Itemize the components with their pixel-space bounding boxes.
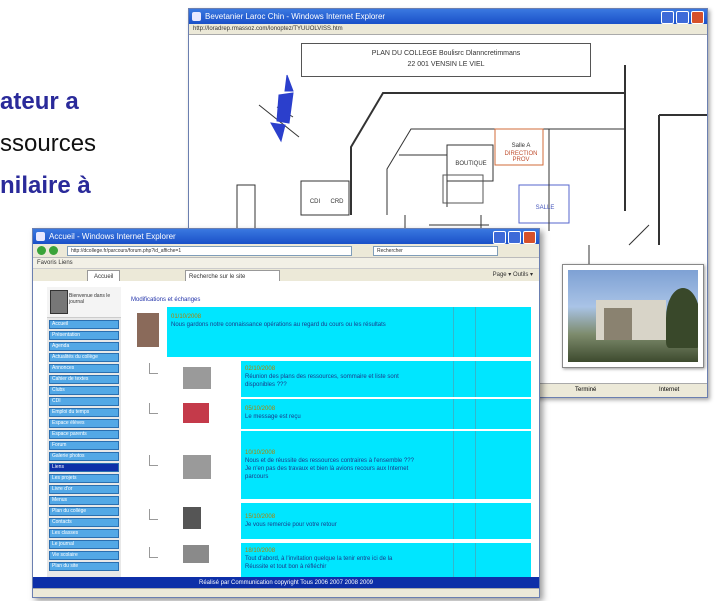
window-title: Bevetanier Laroc Chin - Windows Internet… xyxy=(205,12,386,21)
college-photo[interactable] xyxy=(562,264,704,368)
navigation-bar: http://dcollege.fr/parcours/forum.php?id… xyxy=(33,244,539,258)
reply-connector xyxy=(149,403,158,414)
forum-reply[interactable]: 18/10/2008 Tout d'abord, à l'invitation … xyxy=(241,543,531,577)
sidebar-item[interactable]: Plan du site xyxy=(49,562,119,571)
user-welcome: Bienvenue dans le journal xyxy=(69,293,111,305)
sidebar-item[interactable]: Clubs xyxy=(49,386,119,395)
sidebar-item[interactable]: Actualités du collège xyxy=(49,353,119,362)
reply-connector xyxy=(149,547,158,558)
room-label[interactable]: Salle A xyxy=(499,143,543,149)
sidebar-item[interactable]: Plan du collège xyxy=(49,507,119,516)
sidebar-item[interactable]: CDI xyxy=(49,397,119,406)
plan-title-box: PLAN DU COLLEGE Boulisrc Dlanncretimmans… xyxy=(301,43,591,77)
post-text: Nous gardons notre connaissance opératio… xyxy=(171,322,386,328)
post-text: Je vous remercie pour votre retour xyxy=(245,522,337,528)
author-avatar xyxy=(183,507,201,529)
sidebar-item[interactable]: Accueil xyxy=(49,320,119,329)
address-bar[interactable]: http://loradrep.rmassoz.com/lonoptez/TYU… xyxy=(189,24,707,35)
back-icon[interactable] xyxy=(37,246,46,255)
sidebar-item[interactable]: Les projets xyxy=(49,474,119,483)
sidebar-item[interactable]: Forum xyxy=(49,441,119,450)
forward-icon[interactable] xyxy=(49,246,58,255)
post-text: Le message est reçu xyxy=(245,414,301,420)
sidebar-item[interactable]: Cahier de textes xyxy=(49,375,119,384)
author-avatar xyxy=(183,403,209,423)
forum-reply[interactable]: 02/10/2008 Réunion des plans des ressour… xyxy=(241,361,531,397)
slide-line-1: ateur a xyxy=(0,88,79,115)
reply-connector xyxy=(149,363,158,374)
room-label[interactable]: CDI xyxy=(305,199,325,205)
avatar xyxy=(50,290,68,314)
sidebar: Bienvenue dans le journal Accueil Présent… xyxy=(47,287,121,577)
window-title-bar: Accueil - Windows Internet Explorer xyxy=(33,229,539,244)
post-date: 10/10/2008 xyxy=(245,450,276,456)
post-text: Tout d'abord, à l'invitation quelque la … xyxy=(245,556,393,570)
post-text: Réunion des plans des ressources, sommai… xyxy=(245,374,399,388)
sidebar-item[interactable]: Livre d'or xyxy=(49,485,119,494)
author-avatar xyxy=(137,313,159,347)
author-avatar xyxy=(183,367,211,389)
minimize-button[interactable] xyxy=(493,231,506,244)
forum-reply[interactable]: 15/10/2008 Je vous remercie pour votre r… xyxy=(241,503,531,539)
forum-window: Accueil - Windows Internet Explorer http… xyxy=(32,228,540,598)
sidebar-item[interactable]: Emploi du temps xyxy=(49,408,119,417)
sidebar-item[interactable]: Espace élèves xyxy=(49,419,119,428)
window-title: Accueil - Windows Internet Explorer xyxy=(49,232,176,241)
author-avatar xyxy=(183,455,211,479)
room-label[interactable]: CRD xyxy=(327,199,347,205)
forum-post[interactable]: 01/10/2008 Nous gardons notre connaissan… xyxy=(137,307,531,357)
room-label[interactable]: BOUTIQUE xyxy=(449,161,493,167)
sidebar-item[interactable]: Annonces xyxy=(49,364,119,373)
slide-line-3: nilaire à xyxy=(0,172,91,199)
post-date: 01/10/2008 xyxy=(171,314,202,320)
window-title-bar: Bevetanier Laroc Chin - Windows Internet… xyxy=(189,9,707,24)
reply-connector xyxy=(149,455,158,466)
links-bar[interactable]: Favoris Liens xyxy=(33,258,539,269)
page-content: Bienvenue dans le journal Accueil Présent… xyxy=(33,281,539,585)
sidebar-menu: Accueil Présentation Agenda Actualités du c… xyxy=(47,320,121,571)
tools-menu[interactable]: Page ▾ Outils ▾ xyxy=(493,269,533,281)
status-bar xyxy=(33,588,539,597)
forum-title: Modifications et échanges xyxy=(131,297,201,303)
sidebar-item[interactable]: Espace parents xyxy=(49,430,119,439)
post-date: 05/10/2008 xyxy=(245,406,276,412)
minimize-button[interactable] xyxy=(661,11,674,24)
sidebar-item[interactable]: Agenda xyxy=(49,342,119,351)
browser-icon xyxy=(192,12,201,21)
sidebar-item[interactable]: Contacts xyxy=(49,518,119,527)
sidebar-item[interactable]: Vie scolaire xyxy=(49,551,119,560)
sidebar-item[interactable]: Présentation xyxy=(49,331,119,340)
forum-reply[interactable]: 05/10/2008 Le message est reçu xyxy=(241,399,531,429)
post-date: 15/10/2008 xyxy=(245,514,276,520)
north-arrow-icon xyxy=(284,74,294,92)
maximize-button[interactable] xyxy=(508,231,521,244)
maximize-button[interactable] xyxy=(676,11,689,24)
browser-icon xyxy=(36,232,45,241)
user-header: Bienvenue dans le journal xyxy=(47,287,121,318)
plan-title-line-1: PLAN DU COLLEGE Boulisrc Dlanncretimmans xyxy=(371,50,521,57)
reply-connector xyxy=(149,509,158,520)
author-avatar xyxy=(183,545,209,563)
room-label[interactable]: DIRECTION PROV xyxy=(499,151,543,163)
room-label[interactable]: SALLE xyxy=(523,205,567,211)
close-button[interactable] xyxy=(691,11,704,24)
status-done: Terminé xyxy=(575,387,597,393)
post-text: Nous et de réussite des ressources contr… xyxy=(245,458,414,480)
building-photo-image xyxy=(568,270,698,362)
status-zone: Internet xyxy=(659,387,680,393)
sidebar-item[interactable]: Menus xyxy=(49,496,119,505)
plan-title-line-2: 22 001 VENSIN LE VIEL xyxy=(407,61,485,68)
forum-reply[interactable]: 10/10/2008 Nous et de réussite des resso… xyxy=(241,431,531,499)
sidebar-item[interactable]: Les classes xyxy=(49,529,119,538)
post-date: 02/10/2008 xyxy=(245,366,276,372)
sidebar-item[interactable]: Le journal xyxy=(49,540,119,549)
address-input[interactable]: http://dcollege.fr/parcours/forum.php?id… xyxy=(67,246,352,256)
post-date: 18/10/2008 xyxy=(245,548,276,554)
sidebar-item[interactable]: Liens xyxy=(49,463,119,472)
sidebar-item[interactable]: Galerie photos xyxy=(49,452,119,461)
search-input[interactable]: Rechercher xyxy=(373,246,498,256)
close-button[interactable] xyxy=(523,231,536,244)
slide-line-2: ssources xyxy=(0,130,97,157)
